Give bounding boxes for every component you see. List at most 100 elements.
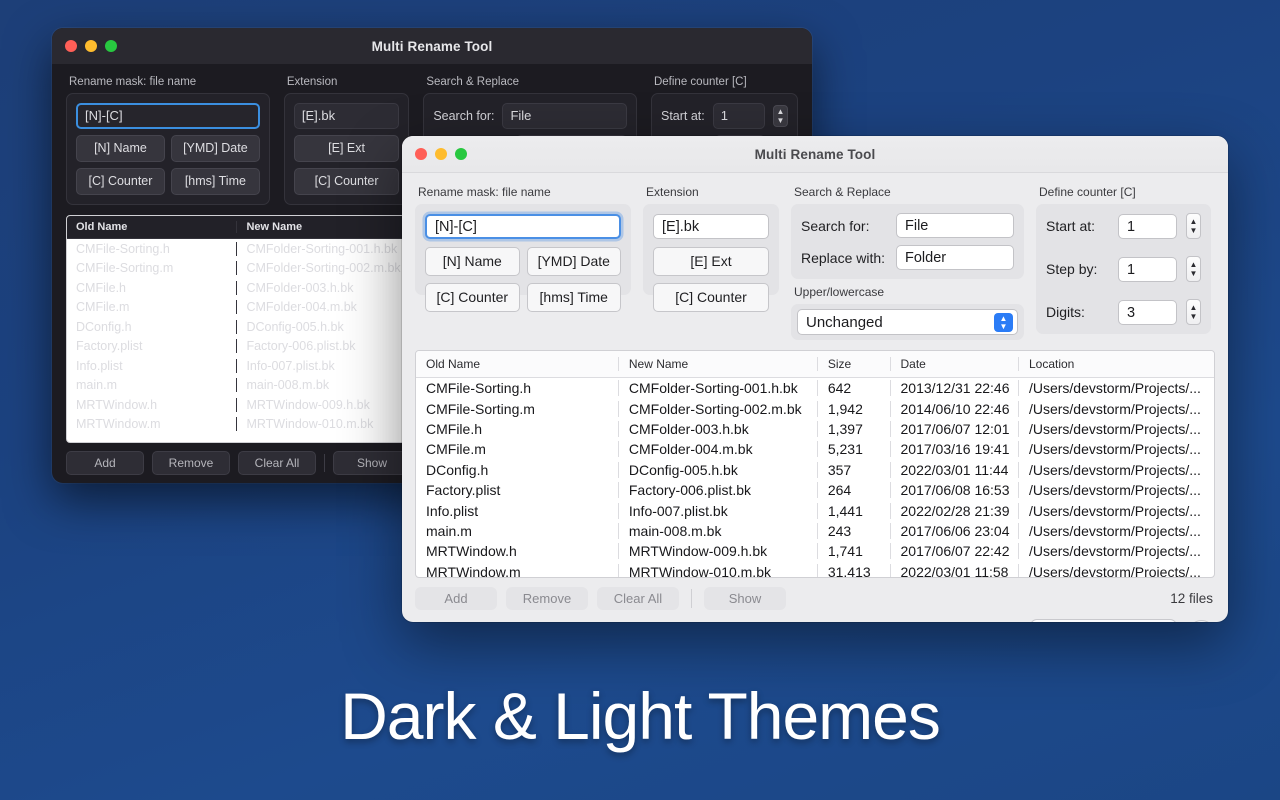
dark-token-counter-button[interactable]: [C] Counter	[76, 168, 165, 195]
remove-button[interactable]: Remove	[506, 587, 588, 610]
cell-new-name: DConfig-005.h.bk	[617, 461, 817, 478]
dark-start-row: Start at: 1 ▲ ▼	[661, 103, 788, 129]
header-location[interactable]: Location	[1017, 357, 1214, 371]
search-for-input[interactable]: File	[896, 213, 1014, 238]
header-old-name[interactable]: Old Name	[416, 357, 618, 371]
rename-mask-label: Rename mask: file name	[418, 185, 551, 199]
dark-header-old-name[interactable]: Old Name	[67, 221, 236, 233]
table-row[interactable]: CMFile-Sorting.h CMFolder-Sorting-001.h.b…	[416, 378, 1214, 398]
table-body: CMFile-Sorting.h CMFolder-Sorting-001.h.b…	[416, 378, 1214, 577]
cell-new-name: DConfig-005.h.bk	[236, 319, 427, 334]
minimize-button-icon[interactable]	[435, 148, 447, 160]
chevron-updown-icon[interactable]: ▲ ▼	[994, 313, 1013, 332]
table-row[interactable]: CMFile.m CMFolder-004.m.bk5,2312017/03/16…	[416, 439, 1214, 459]
cell-location: /Users/devstorm/Projects/...	[1017, 420, 1214, 437]
replace-with-input[interactable]: Folder	[896, 245, 1014, 270]
digits-stepper[interactable]: ▲ ▼	[1186, 299, 1201, 325]
search-for-label: Search for:	[801, 217, 870, 234]
extension-input[interactable]: [E].bk	[653, 214, 769, 239]
token-name-button[interactable]: [N] Name	[425, 247, 520, 276]
cell-size: 264	[816, 482, 890, 499]
dark-add-button[interactable]: Add	[66, 451, 144, 475]
cell-size: 31,413	[816, 563, 890, 577]
light-window-title: Multi Rename Tool	[754, 146, 876, 162]
start-at-stepper[interactable]: ▲ ▼	[1186, 213, 1201, 239]
dark-start-input[interactable]: 1	[712, 103, 765, 129]
table-row[interactable]: CMFile-Sorting.m CMFolder-Sorting-002.m.b…	[416, 398, 1214, 418]
cell-location: /Users/devstorm/Projects/...	[1017, 502, 1214, 519]
dark-show-button[interactable]: Show	[333, 451, 411, 475]
clear-all-button[interactable]: Clear All	[597, 587, 679, 610]
light-window-titlebar[interactable]: Multi Rename Tool	[402, 136, 1228, 173]
minimize-button-icon[interactable]	[85, 40, 97, 52]
table-row[interactable]: Factory.plist Factory-006.plist.bk2642017…	[416, 480, 1214, 500]
dark-token-date-button[interactable]: [YMD] Date	[170, 135, 260, 162]
zoom-button-icon[interactable]	[105, 40, 117, 52]
cell-size: 1,441	[816, 502, 890, 519]
dark-remove-button[interactable]: Remove	[152, 451, 230, 475]
dark-extension-input[interactable]: [E].bk	[293, 103, 400, 129]
step-by-input[interactable]: 1	[1118, 256, 1177, 282]
table-row[interactable]: CMFile.h CMFolder-003.h.bk1,3972017/06/07…	[416, 419, 1214, 439]
token-counter-button[interactable]: [C] Counter	[425, 283, 520, 312]
extension-panel: [E].bk [E] Ext [C] Counter	[643, 204, 779, 312]
dark-token-time-button[interactable]: [hms] Time	[170, 168, 260, 195]
dark-rename-mask-label: Rename mask: file name	[69, 76, 197, 88]
cell-new-name: CMFolder-004.m.bk	[617, 441, 817, 458]
dark-traffic-lights	[65, 40, 117, 52]
file-table[interactable]: Old Name New Name Size Date Location CMF…	[415, 350, 1215, 578]
help-button[interactable]: ?	[1188, 620, 1215, 622]
show-button[interactable]: Show	[704, 587, 786, 610]
cell-new-name: MRTWindow-009.h.bk	[617, 543, 817, 560]
close-button-icon[interactable]	[415, 148, 427, 160]
dark-token-name-button[interactable]: [N] Name	[76, 135, 165, 162]
dark-rename-mask-group: Rename mask: file name [N]-[C] [N] Name …	[66, 74, 270, 205]
token-date-button[interactable]: [YMD] Date	[526, 247, 621, 276]
light-theme-window[interactable]: Multi Rename Tool Rename mask: file name…	[402, 136, 1228, 622]
start-at-input[interactable]: 1	[1118, 213, 1177, 239]
token-ext-counter-button[interactable]: [C] Counter	[653, 283, 769, 312]
dark-clear-all-button[interactable]: Clear All	[238, 451, 316, 475]
step-by-stepper[interactable]: ▲ ▼	[1186, 256, 1201, 282]
dark-window-titlebar[interactable]: Multi Rename Tool	[52, 28, 812, 64]
rename-mask-input[interactable]: [N]-[C]	[425, 214, 621, 239]
dark-mask-token-buttons: [N] Name [YMD] Date [C] Counter [hms] Ti…	[76, 135, 260, 195]
cell-new-name: CMFolder-Sorting-002.m.bk	[236, 261, 427, 276]
cell-old-name: Info.plist	[426, 502, 479, 519]
header-new-name[interactable]: New Name	[617, 357, 817, 371]
table-row[interactable]: DConfig.h DConfig-005.h.bk3572022/03/01 1…	[416, 460, 1214, 480]
cell-new-name: MRTWindow-010.m.bk	[236, 417, 427, 432]
cell-size: 5,231	[816, 441, 890, 458]
light-traffic-lights	[415, 148, 467, 160]
table-row[interactable]: Info.plist Info-007.plist.bk1,4412022/02/…	[416, 500, 1214, 520]
dark-token-ext-button[interactable]: [E] Ext	[293, 135, 400, 162]
token-time-button[interactable]: [hms] Time	[526, 283, 621, 312]
cell-date: 2014/06/10 22:46	[889, 400, 1018, 417]
table-row[interactable]: MRTWindow.m MRTWindow-010.m.bk31,4132022/…	[416, 562, 1214, 577]
dark-rename-mask-input[interactable]: [N]-[C]	[76, 103, 260, 129]
digits-input[interactable]: 3	[1118, 299, 1177, 325]
dark-token-ext-counter-button[interactable]: [C] Counter	[293, 168, 400, 195]
upper-lowercase-select[interactable]: Unchanged ▲ ▼	[797, 309, 1018, 335]
dark-start-label: Start at:	[660, 109, 705, 123]
cell-old-name: main.m	[426, 522, 472, 539]
token-ext-button[interactable]: [E] Ext	[653, 247, 769, 276]
table-row[interactable]: MRTWindow.h MRTWindow-009.h.bk1,7412017/0…	[416, 541, 1214, 561]
close-button-icon[interactable]	[65, 40, 77, 52]
add-button[interactable]: Add	[415, 587, 497, 610]
dark-search-input[interactable]: File	[502, 103, 627, 129]
search-for-row: Search for: File	[801, 213, 1014, 238]
zoom-button-icon[interactable]	[455, 148, 467, 160]
light-window-body: Rename mask: file name [N]-[C] [N] Name …	[402, 173, 1228, 622]
dark-window-title: Multi Rename Tool	[371, 38, 493, 54]
dark-start-stepper[interactable]: ▲ ▼	[773, 105, 788, 127]
start-at-label: Start at:	[1046, 218, 1096, 234]
header-date[interactable]: Date	[889, 357, 1018, 371]
table-row[interactable]: main.m main-008.m.bk2432017/06/06 23:04/U…	[416, 521, 1214, 541]
step-by-row: Step by: 1 ▲ ▼	[1046, 256, 1201, 282]
dark-header-new-name[interactable]: New Name	[236, 221, 427, 233]
cell-new-name: MRTWindow-010.m.bk	[617, 563, 817, 577]
header-size[interactable]: Size	[816, 357, 890, 371]
start-renaming-button[interactable]: Start Renaming	[1030, 619, 1177, 622]
cell-location: /Users/devstorm/Projects/...	[1017, 380, 1214, 397]
